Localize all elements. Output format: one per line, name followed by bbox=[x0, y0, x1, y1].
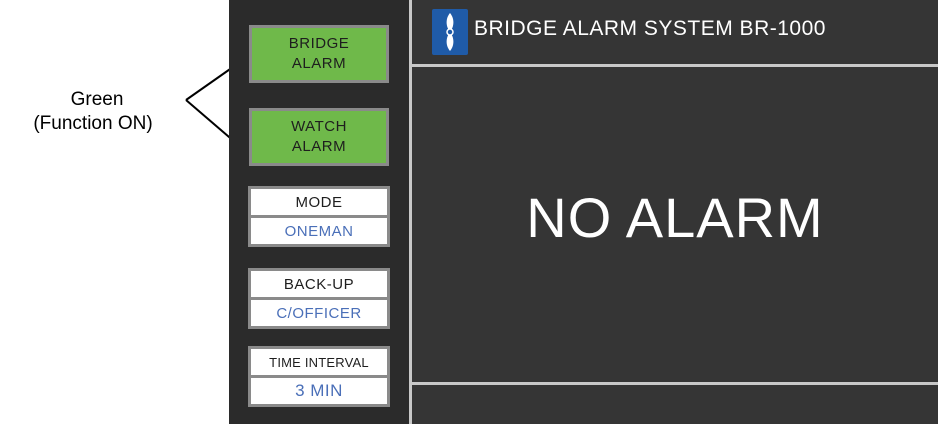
bridge-alarm-label-1: BRIDGE bbox=[288, 35, 350, 52]
backup-selector[interactable]: BACK-UP C/OFFICER bbox=[248, 268, 390, 329]
title-divider bbox=[412, 64, 938, 67]
backup-label: BACK-UP bbox=[283, 275, 355, 293]
annotation-arrows bbox=[185, 56, 249, 154]
time-interval-label: TIME INTERVAL bbox=[269, 354, 369, 370]
alarm-display: BRIDGE ALARM SYSTEM BR-1000 NO ALARM bbox=[412, 0, 938, 424]
footer-divider bbox=[412, 382, 938, 385]
mode-label: MODE bbox=[295, 193, 343, 211]
watch-alarm-label-2: ALARM bbox=[291, 138, 347, 155]
bridge-alarm-button[interactable]: BRIDGE ALARM bbox=[249, 25, 389, 83]
bridge-alarm-label-2: ALARM bbox=[291, 55, 347, 72]
system-title: BRIDGE ALARM SYSTEM BR-1000 bbox=[474, 17, 826, 40]
time-interval-selector[interactable]: TIME INTERVAL 3 MIN bbox=[248, 346, 390, 407]
mode-selector[interactable]: MODE ONEMAN bbox=[248, 186, 390, 247]
mode-value: ONEMAN bbox=[251, 215, 387, 244]
watch-alarm-label-1: WATCH bbox=[291, 118, 347, 135]
alarm-status-message: NO ALARM bbox=[526, 186, 824, 249]
time-interval-value: 3 MIN bbox=[251, 375, 387, 404]
propeller-logo-icon bbox=[432, 9, 468, 55]
watch-alarm-button[interactable]: WATCH ALARM bbox=[249, 108, 389, 166]
title-bar: BRIDGE ALARM SYSTEM BR-1000 bbox=[412, 0, 938, 64]
backup-value: C/OFFICER bbox=[251, 297, 387, 326]
